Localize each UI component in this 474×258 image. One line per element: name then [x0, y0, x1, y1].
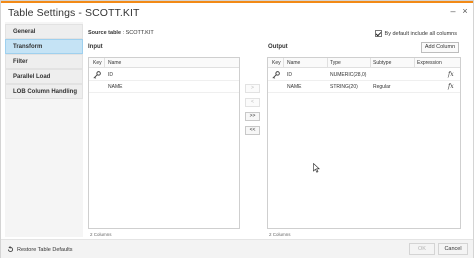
output-row-name: NAME — [287, 84, 302, 90]
output-column-count: 2 Columns — [269, 232, 291, 237]
table-settings-dialog: Table Settings - SCOTT.KIT – × General T… — [0, 0, 474, 258]
dialog-title: Table Settings - SCOTT.KIT — [8, 7, 140, 19]
ok-button[interactable]: OK — [409, 243, 435, 255]
add-column-button[interactable]: Add Column — [421, 42, 459, 53]
settings-sidebar: General Transform Filter Parallel Load L… — [5, 22, 83, 237]
output-row-name: ID — [287, 72, 292, 78]
transform-panel: Source table : SCOTT.KIT By default incl… — [87, 22, 471, 237]
default-include-row: By default include all columns — [374, 30, 457, 37]
move-left-button[interactable]: < — [245, 98, 260, 107]
output-row-subtype: Regular — [373, 84, 391, 90]
sidebar-item-general[interactable]: General — [5, 24, 83, 39]
default-include-checkbox[interactable] — [374, 30, 382, 37]
expression-fx-icon[interactable]: fx — [448, 71, 454, 78]
output-row-type: NUMERIC(28,0) — [330, 72, 367, 78]
output-header-expression: Expression — [417, 60, 442, 66]
dialog-footer: Restore Table Defaults OK Cancel — [1, 239, 473, 258]
output-header-type: Type — [330, 60, 341, 66]
input-columns-grid: Key Name ID NAME 2 Columns — [88, 57, 240, 237]
output-grid-header: Key Name Type Subtype Expression — [268, 58, 460, 68]
move-right-button[interactable]: > — [245, 84, 260, 93]
restore-label: Restore Table Defaults — [17, 246, 73, 253]
input-section-label: Input — [88, 44, 103, 50]
close-icon[interactable]: × — [460, 6, 470, 16]
default-include-label: By default include all columns — [384, 30, 457, 37]
table-row[interactable]: NAME STRING(20) Regular fx — [268, 81, 460, 93]
input-header-name: Name — [108, 60, 122, 66]
expression-fx-icon[interactable]: fx — [448, 83, 454, 90]
table-row[interactable]: ID NUMERIC(28,0) fx — [268, 69, 460, 81]
move-all-left-button[interactable]: << — [245, 126, 260, 135]
key-icon — [272, 71, 280, 79]
output-header-name: Name — [287, 60, 301, 66]
source-table-label: Source table — [88, 30, 122, 36]
key-icon — [93, 71, 101, 79]
restore-icon — [7, 246, 14, 253]
sidebar-item-parallel-load[interactable]: Parallel Load — [5, 69, 83, 84]
minimize-icon[interactable]: – — [448, 6, 458, 16]
output-section-label: Output — [268, 44, 288, 50]
input-row-name: NAME — [108, 84, 123, 90]
source-table-value: : SCOTT.KIT — [122, 30, 154, 36]
cancel-button[interactable]: Cancel — [438, 243, 468, 255]
input-header-key: Key — [93, 60, 102, 66]
table-row[interactable]: NAME — [89, 81, 239, 93]
restore-table-defaults-button[interactable]: Restore Table Defaults — [7, 246, 73, 253]
mouse-cursor-icon — [313, 163, 320, 173]
output-header-subtype: Subtype — [373, 60, 392, 66]
source-table-row: Source table : SCOTT.KIT — [88, 30, 154, 36]
sidebar-item-transform[interactable]: Transform — [5, 39, 83, 54]
sidebar-item-lob-column-handling[interactable]: LOB Column Handling — [5, 84, 83, 99]
output-columns-grid: Key Name Type Subtype Expression ID NUME… — [267, 57, 461, 237]
output-header-key: Key — [272, 60, 281, 66]
input-grid-header: Key Name — [89, 58, 239, 68]
title-bar: Table Settings - SCOTT.KIT – × — [1, 3, 473, 22]
input-row-name: ID — [108, 72, 113, 78]
sidebar-item-filter[interactable]: Filter — [5, 54, 83, 69]
table-row[interactable]: ID — [89, 69, 239, 81]
move-all-right-button[interactable]: >> — [245, 112, 260, 121]
input-column-count: 2 Columns — [90, 232, 112, 237]
output-row-type: STRING(20) — [330, 84, 358, 90]
